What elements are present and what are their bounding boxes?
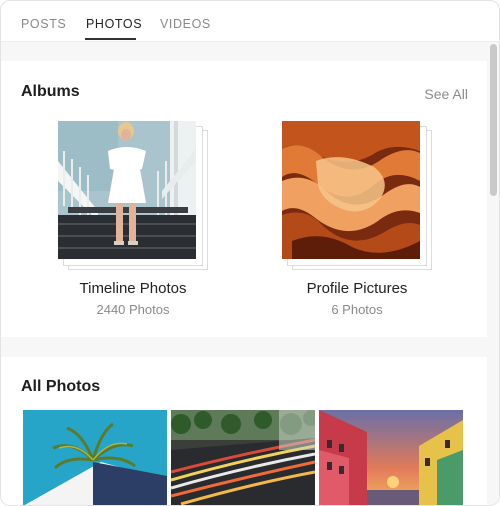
all-photos-section: All Photos (1, 357, 487, 505)
timeline-cover-image (58, 121, 196, 259)
album-name: Profile Pictures (306, 280, 408, 297)
album-profile-pictures[interactable]: Profile Pictures 6 Photos (257, 121, 457, 317)
active-tab-indicator (85, 38, 136, 40)
tab-videos[interactable]: VIDEOS (160, 17, 211, 31)
all-photos-title: All Photos (21, 378, 101, 395)
canal-sunset-photo[interactable] (319, 410, 463, 505)
tab-photos[interactable]: PHOTOS (86, 17, 142, 31)
album-count: 6 Photos (331, 302, 383, 317)
scrollbar-thumb[interactable] (490, 44, 497, 196)
tab-posts[interactable]: POSTS (21, 17, 66, 31)
city-traffic-photo[interactable] (171, 410, 315, 505)
album-cover-stack (282, 121, 432, 271)
photos-panel: POSTS PHOTOS VIDEOS Albums See All Timel… (0, 0, 500, 506)
profile-cover-image (282, 121, 420, 259)
album-name: Timeline Photos (79, 280, 187, 297)
tab-bar: POSTS PHOTOS VIDEOS (1, 1, 499, 42)
albums-section: Albums See All Timeline Photos 2440 Phot… (1, 61, 487, 337)
albums-title: Albums (21, 83, 80, 100)
see-all-link[interactable]: See All (424, 86, 468, 102)
album-cover-stack (58, 121, 208, 271)
album-timeline-photos[interactable]: Timeline Photos 2440 Photos (33, 121, 233, 317)
palm-wall-photo[interactable] (23, 410, 167, 505)
scrollbar[interactable] (487, 42, 499, 505)
album-count: 2440 Photos (96, 302, 170, 317)
